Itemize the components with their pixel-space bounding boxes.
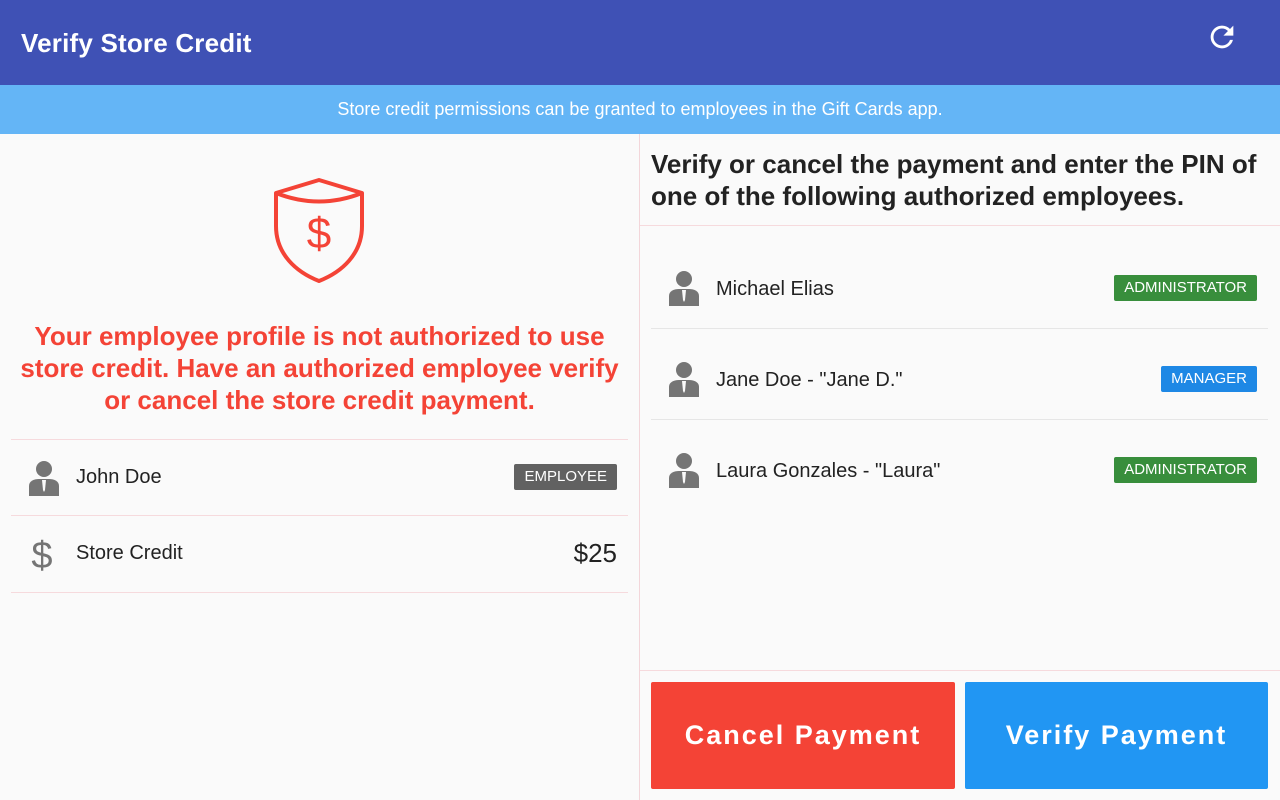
verify-payment-button[interactable]: Verify Payment bbox=[965, 682, 1268, 789]
refresh-button[interactable] bbox=[1200, 15, 1244, 59]
svg-text:$: $ bbox=[31, 536, 52, 572]
employee-name: Michael Elias bbox=[716, 278, 834, 300]
info-banner: Store credit permissions can be granted … bbox=[0, 85, 1280, 134]
role-badge: MANAGER bbox=[1161, 366, 1257, 392]
employee-icon bbox=[669, 453, 699, 488]
info-banner-text: Store credit permissions can be granted … bbox=[337, 99, 943, 119]
divider bbox=[640, 225, 1280, 226]
page-title: Verify Store Credit bbox=[21, 28, 252, 58]
employee-name: Laura Gonzales - "Laura" bbox=[716, 460, 941, 482]
store-credit-label: Store Credit bbox=[76, 542, 183, 564]
svg-text:$: $ bbox=[307, 209, 331, 258]
right-panel: Verify or cancel the payment and enter t… bbox=[640, 134, 1280, 800]
authorized-employee-row[interactable]: Laura Gonzales - "Laura" ADMINISTRATOR bbox=[651, 416, 1268, 506]
cancel-payment-button[interactable]: Cancel Payment bbox=[651, 682, 955, 789]
role-badge: ADMINISTRATOR bbox=[1114, 275, 1257, 301]
current-employee-row: John Doe EMPLOYEE bbox=[11, 439, 628, 516]
role-badge: EMPLOYEE bbox=[514, 464, 617, 490]
employee-name: Jane Doe - "Jane D." bbox=[716, 369, 903, 391]
authorized-employee-row[interactable]: Michael Elias ADMINISTRATOR bbox=[651, 234, 1268, 324]
left-panel: $ Your employee profile is not authorize… bbox=[0, 134, 639, 800]
employee-icon bbox=[669, 271, 699, 306]
current-employee-name: John Doe bbox=[76, 466, 162, 488]
store-credit-row: $ Store Credit $25 bbox=[11, 515, 628, 593]
dollar-icon: $ bbox=[31, 536, 52, 572]
shield-dollar-icon: $ bbox=[274, 178, 364, 283]
refresh-icon bbox=[1210, 25, 1234, 49]
employee-icon bbox=[669, 362, 699, 397]
verification-instructions: Verify or cancel the payment and enter t… bbox=[651, 149, 1257, 211]
employee-icon bbox=[29, 461, 59, 496]
authorization-warning: Your employee profile is not authorized … bbox=[20, 321, 619, 415]
app-bar: Verify Store Credit bbox=[0, 0, 1280, 85]
divider bbox=[640, 670, 1280, 671]
authorized-employee-row[interactable]: Jane Doe - "Jane D." MANAGER bbox=[651, 325, 1268, 415]
role-badge: ADMINISTRATOR bbox=[1114, 457, 1257, 483]
store-credit-amount: $25 bbox=[573, 538, 617, 568]
